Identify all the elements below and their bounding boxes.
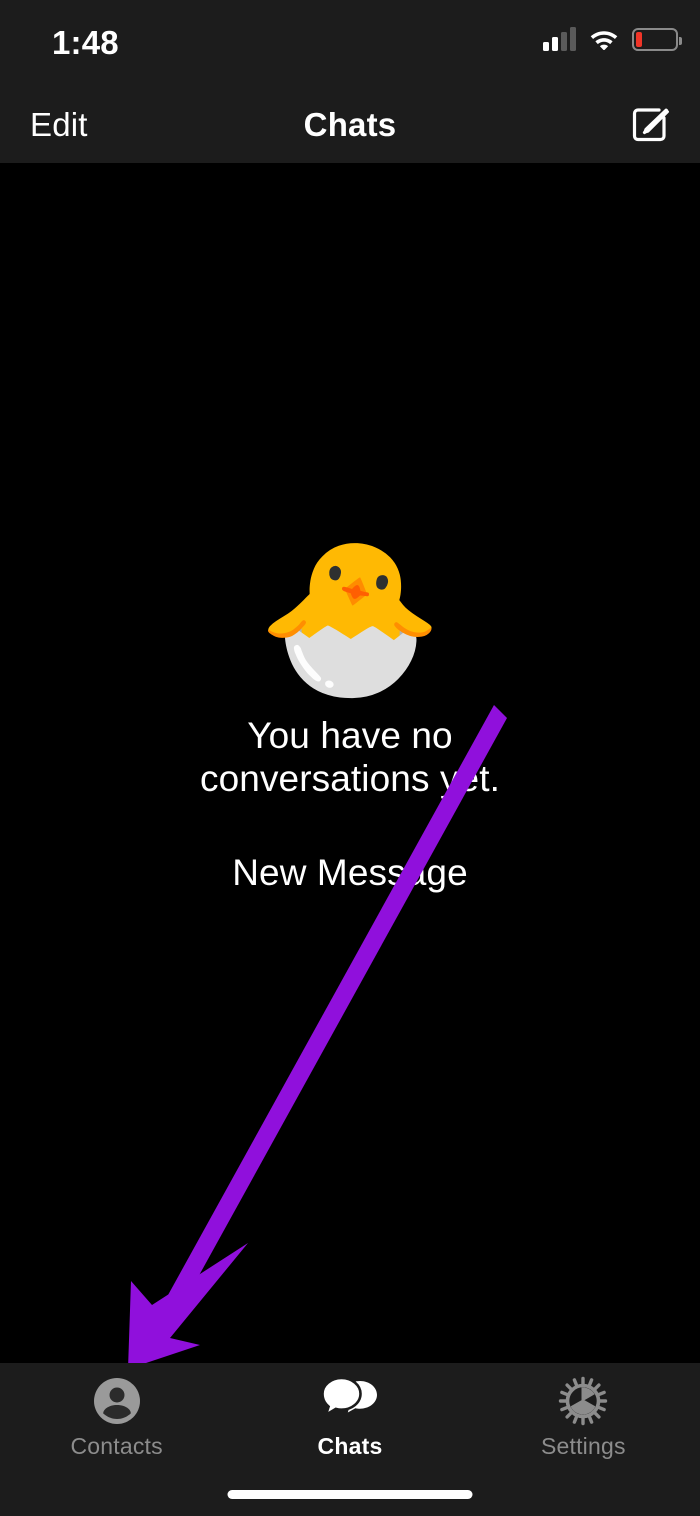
chats-speech-bubbles-icon (321, 1375, 378, 1427)
tab-settings[interactable]: Settings (467, 1363, 700, 1460)
wifi-icon (590, 31, 618, 50)
home-indicator[interactable] (227, 1490, 473, 1499)
status-bar-time: 1:48 (52, 24, 119, 61)
tab-chats[interactable]: Chats (233, 1363, 466, 1460)
tab-bar: Contacts Chats Settings (0, 1363, 700, 1516)
tab-contacts-label: Contacts (70, 1433, 163, 1459)
compose-new-message-icon (632, 107, 669, 141)
tab-settings-label: Settings (540, 1433, 626, 1459)
contacts-person-icon (92, 1375, 142, 1427)
cellular-signal-icon (543, 27, 576, 51)
page-title: Chats (303, 105, 397, 143)
new-message-link[interactable]: New Message (232, 852, 468, 894)
navigation-bar: Edit Chats (0, 86, 700, 163)
hatching-chick-emoji: 🐣 (256, 532, 444, 701)
tab-contacts[interactable]: Contacts (0, 1363, 233, 1460)
battery-low-icon (632, 27, 682, 51)
phone-screen: 1:48 Edit Chats 🐣 You have no conversati… (0, 0, 700, 1516)
edit-button[interactable]: Edit (30, 106, 88, 144)
chats-empty-state: 🐣 You have no conversations yet. New Mes… (0, 163, 700, 1363)
battery-fill (636, 31, 642, 47)
status-bar: 1:48 (0, 0, 700, 86)
empty-state-title: You have no conversations yet. (199, 714, 500, 799)
settings-gear-icon (557, 1375, 609, 1427)
compose-new-message-button[interactable] (628, 102, 674, 148)
status-bar-indicators (543, 27, 682, 51)
tab-chats-label: Chats (317, 1433, 383, 1459)
